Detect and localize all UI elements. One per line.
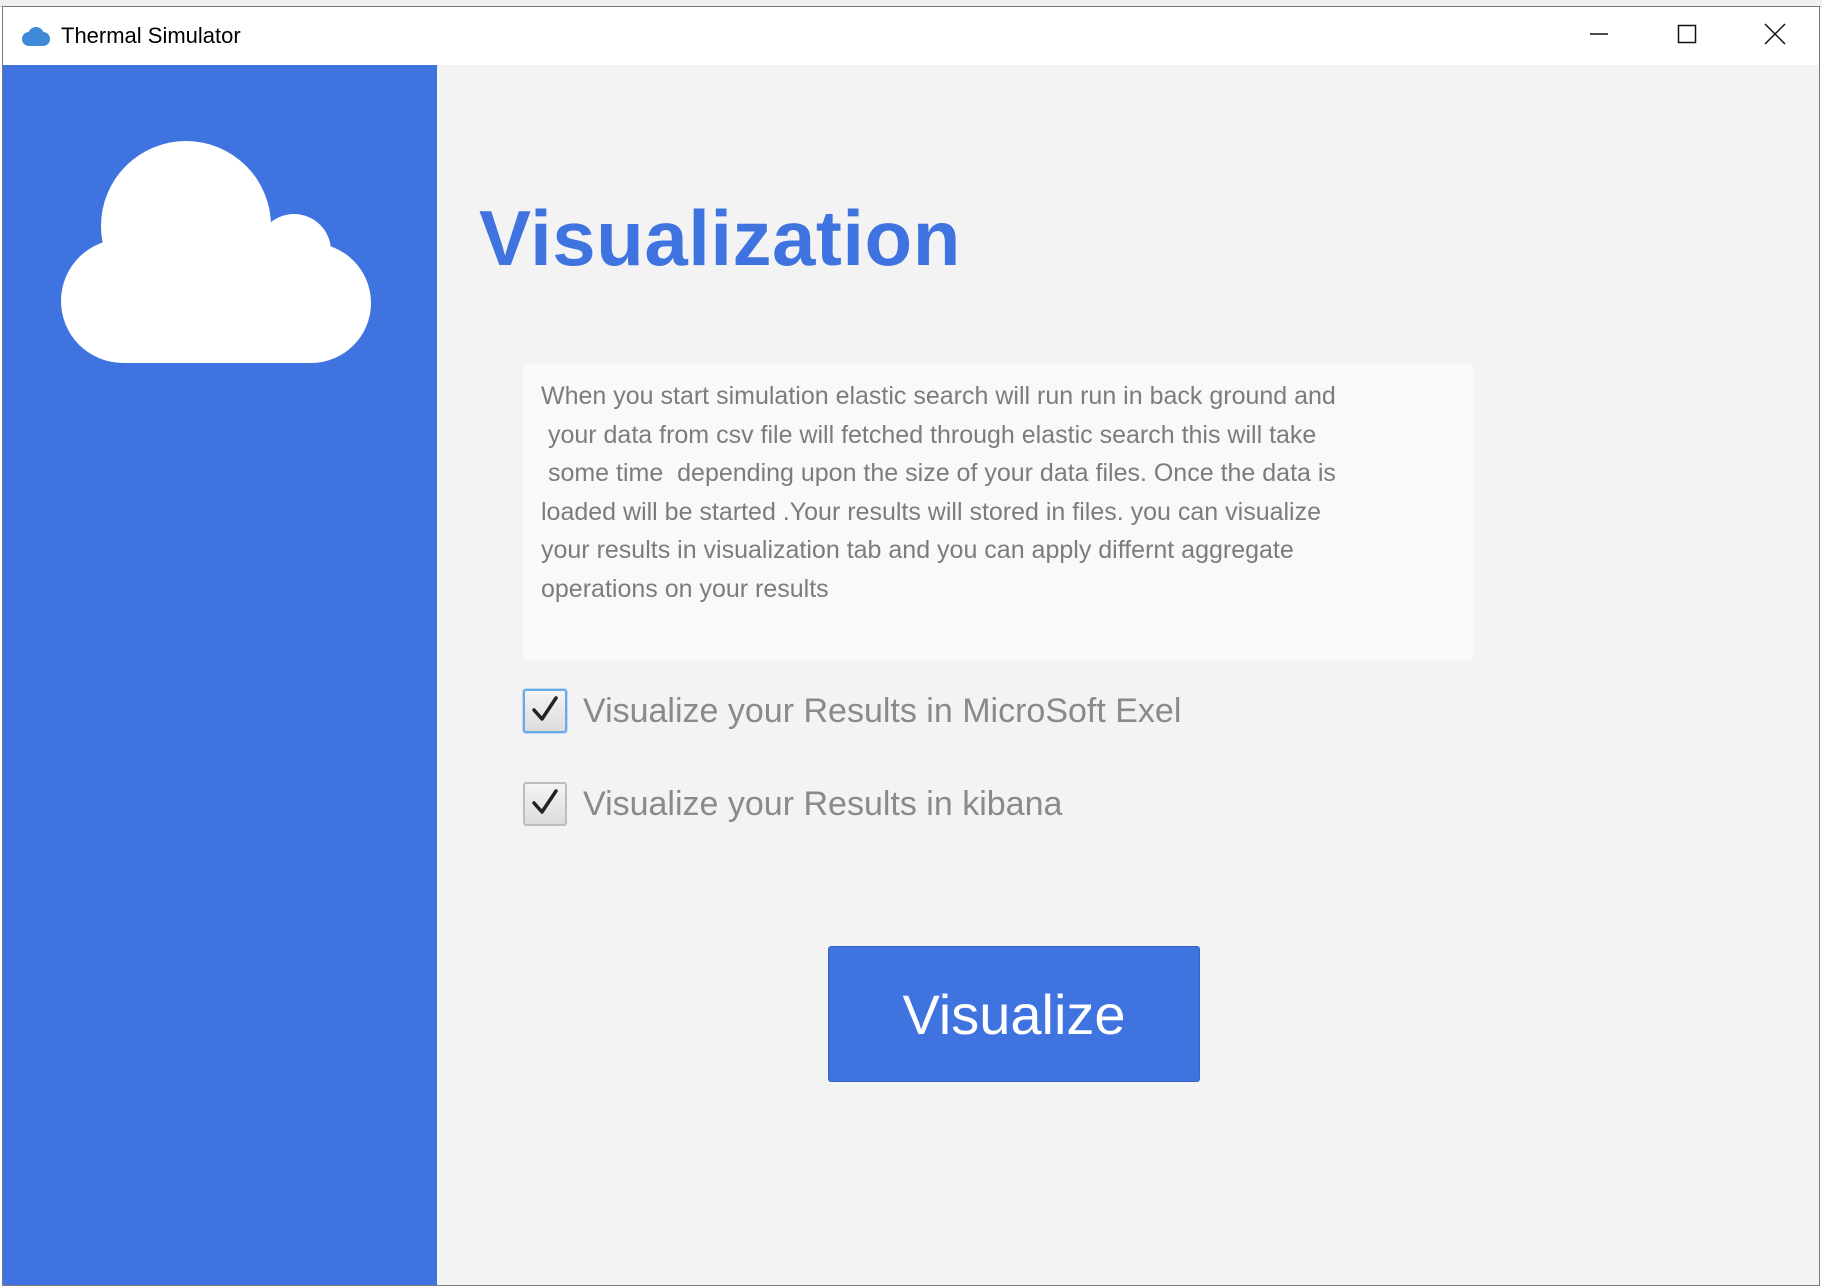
kibana-option-label: Visualize your Results in kibana: [583, 784, 1063, 823]
maximize-icon: [1677, 24, 1697, 49]
main-panel: Visualization When you start simulation …: [437, 65, 1819, 1285]
cloud-icon: [19, 25, 51, 47]
description-text-area[interactable]: When you start simulation elastic search…: [523, 363, 1473, 661]
cloud-icon: [61, 131, 373, 368]
checkmark-icon: [529, 786, 561, 823]
page-title: Visualization: [479, 194, 961, 282]
checkmark-icon: [529, 693, 561, 730]
description-text: When you start simulation elastic search…: [541, 382, 1336, 603]
close-icon: [1764, 22, 1786, 50]
kibana-option-checkbox[interactable]: Visualize your Results in kibana: [523, 782, 1062, 826]
exel-option-label: Visualize your Results in MicroSoft Exel: [583, 691, 1182, 730]
title-bar[interactable]: Thermal Simulator: [3, 7, 1819, 65]
sidebar: [3, 65, 437, 1285]
window-controls: [1555, 7, 1819, 65]
exel-option-checkbox[interactable]: Visualize your Results in MicroSoft Exel: [523, 689, 1181, 733]
checkbox-box[interactable]: [523, 689, 567, 733]
visualize-button[interactable]: Visualize: [828, 946, 1200, 1082]
app-window: Thermal Simulator Visualization When you…: [2, 6, 1820, 1286]
checkbox-box[interactable]: [523, 782, 567, 826]
close-button[interactable]: [1731, 7, 1819, 65]
maximize-button[interactable]: [1643, 7, 1731, 65]
window-title: Thermal Simulator: [61, 23, 241, 48]
minimize-button[interactable]: [1555, 7, 1643, 65]
minimize-icon: [1589, 24, 1609, 49]
